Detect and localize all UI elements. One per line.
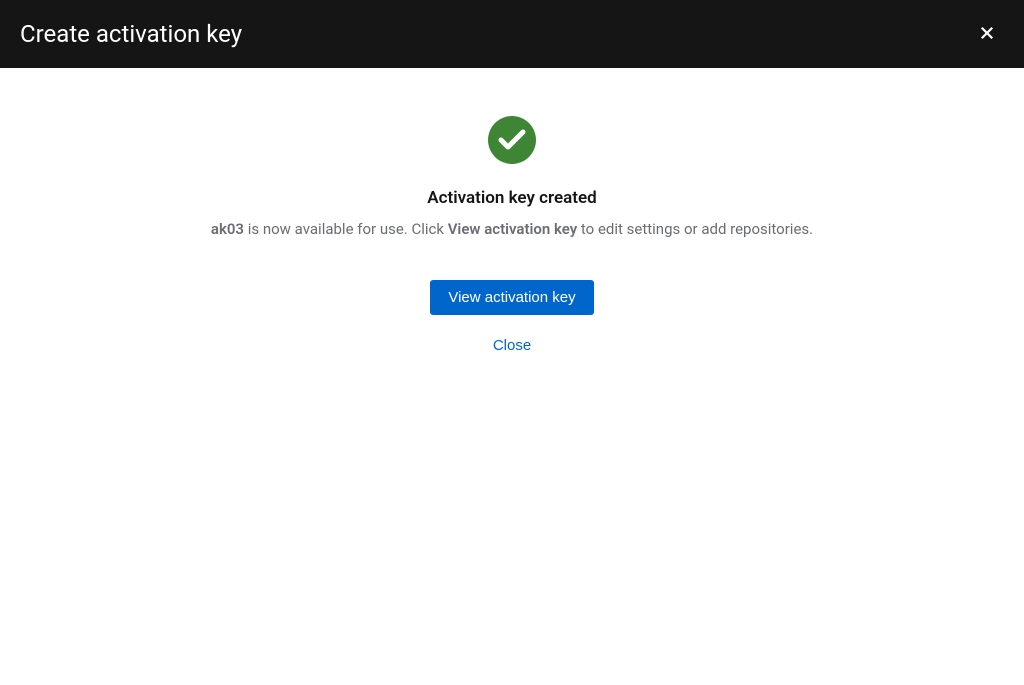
view-activation-key-button[interactable]: View activation key <box>430 280 593 315</box>
description-bold: View activation key <box>448 220 578 238</box>
close-button[interactable] <box>970 16 1004 53</box>
close-link[interactable]: Close <box>477 329 547 362</box>
success-check-icon <box>488 116 536 164</box>
key-name: ak03 <box>211 220 244 238</box>
description-text-2: to edit settings or add repositories. <box>577 220 813 238</box>
modal-header: Create activation key <box>0 0 1024 68</box>
modal-content: Activation key created ak03 is now avail… <box>0 68 1024 362</box>
description-text-1: is now available for use. Click <box>244 220 448 238</box>
success-description: ak03 is now available for use. Click Vie… <box>211 220 813 238</box>
modal-title: Create activation key <box>20 20 242 48</box>
close-icon <box>978 24 996 45</box>
success-heading: Activation key created <box>427 188 596 208</box>
